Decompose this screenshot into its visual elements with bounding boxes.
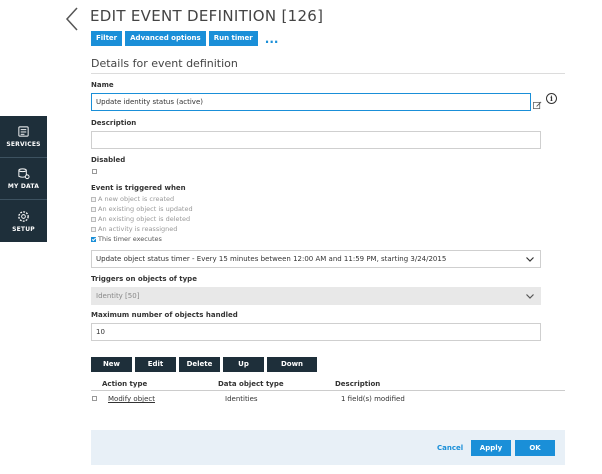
max-objects-label: Maximum number of objects handled [91,311,238,319]
info-icon[interactable]: i [546,93,557,104]
disabled-label: Disabled [91,156,126,164]
object-type-label: Triggers on objects of type [91,275,197,283]
edit-button[interactable]: Edit [135,357,176,372]
sidebar-item-my-data[interactable]: MY DATA [0,158,47,200]
up-button[interactable]: Up [223,357,264,372]
timer-select[interactable]: Update object status timer - Every 15 mi… [91,250,541,268]
disabled-checkbox[interactable] [92,169,97,174]
description-cell: 1 field(s) modified [341,395,405,403]
down-button[interactable]: Down [267,357,317,372]
filter-button[interactable]: Filter [91,31,123,46]
object-type-select[interactable]: Identity [50] [91,287,541,305]
column-header-description[interactable]: Description [335,380,380,388]
sidebar-item-label: SERVICES [6,141,41,148]
object-type-value: Identity [50] [96,292,140,300]
name-input[interactable]: Update identity status (active) [91,93,531,111]
option-label: An existing object is updated [98,205,193,213]
max-objects-input[interactable]: 10 [91,323,541,341]
cancel-link[interactable]: Cancel [437,444,463,452]
sidebar-item-setup[interactable]: SETUP [0,200,47,242]
timer-select-value: Update object status timer - Every 15 mi… [96,255,447,263]
chevron-down-icon [526,293,534,299]
section-title: Details for event definition [91,57,238,70]
sidebar-item-label: MY DATA [7,183,40,190]
section-divider [91,73,565,74]
more-options-icon[interactable]: ... [265,33,279,45]
edit-icon[interactable] [533,95,542,110]
advanced-options-button[interactable]: Advanced options [125,31,206,46]
grid-toolbar: New Edit Delete Up Down [91,357,320,372]
setup-icon [18,210,29,222]
option-label: A new object is created [98,195,175,203]
option-label: An activity is reassigned [98,225,178,233]
option-label: An existing object is deleted [98,215,191,223]
services-icon [18,126,29,137]
action-type-link[interactable]: Modify object [108,395,155,403]
trigger-label: Event is triggered when [91,184,186,192]
page-title: EDIT EVENT DEFINITION [126] [90,7,324,25]
description-label: Description [91,119,137,127]
my-data-icon [18,168,30,180]
new-button[interactable]: New [91,357,132,372]
checkbox[interactable] [91,206,96,212]
description-input[interactable] [91,131,541,149]
sidebar-item-label: SETUP [12,225,35,233]
checkbox[interactable] [91,196,96,202]
checkbox[interactable] [91,236,96,242]
checkbox[interactable] [91,226,96,232]
trigger-option-created[interactable]: A new object is created [91,195,174,203]
chevron-down-icon [526,256,534,262]
ok-button[interactable]: OK [515,440,555,456]
sidebar: SERVICES MY DATA SETUP [0,116,47,242]
sidebar-item-services[interactable]: SERVICES [0,116,47,158]
data-object-type-cell: Identities [225,395,258,403]
toolbar: Filter Advanced options Run timer ... [91,31,278,46]
column-header-data-object-type[interactable]: Data object type [218,380,284,388]
option-label: This timer executes [98,235,162,243]
table-header-divider [91,390,565,391]
checkbox[interactable] [91,216,96,222]
trigger-option-timer[interactable]: This timer executes [91,235,162,243]
trigger-option-reassigned[interactable]: An activity is reassigned [91,225,177,233]
delete-button[interactable]: Delete [179,357,220,372]
trigger-option-updated[interactable]: An existing object is updated [91,205,193,213]
run-timer-button[interactable]: Run timer [208,31,258,46]
name-label: Name [91,81,114,89]
apply-button[interactable]: Apply [471,440,511,456]
back-icon[interactable] [63,6,83,32]
row-checkbox[interactable] [92,396,97,401]
trigger-option-deleted[interactable]: An existing object is deleted [91,215,190,223]
column-header-action-type[interactable]: Action type [102,380,147,388]
